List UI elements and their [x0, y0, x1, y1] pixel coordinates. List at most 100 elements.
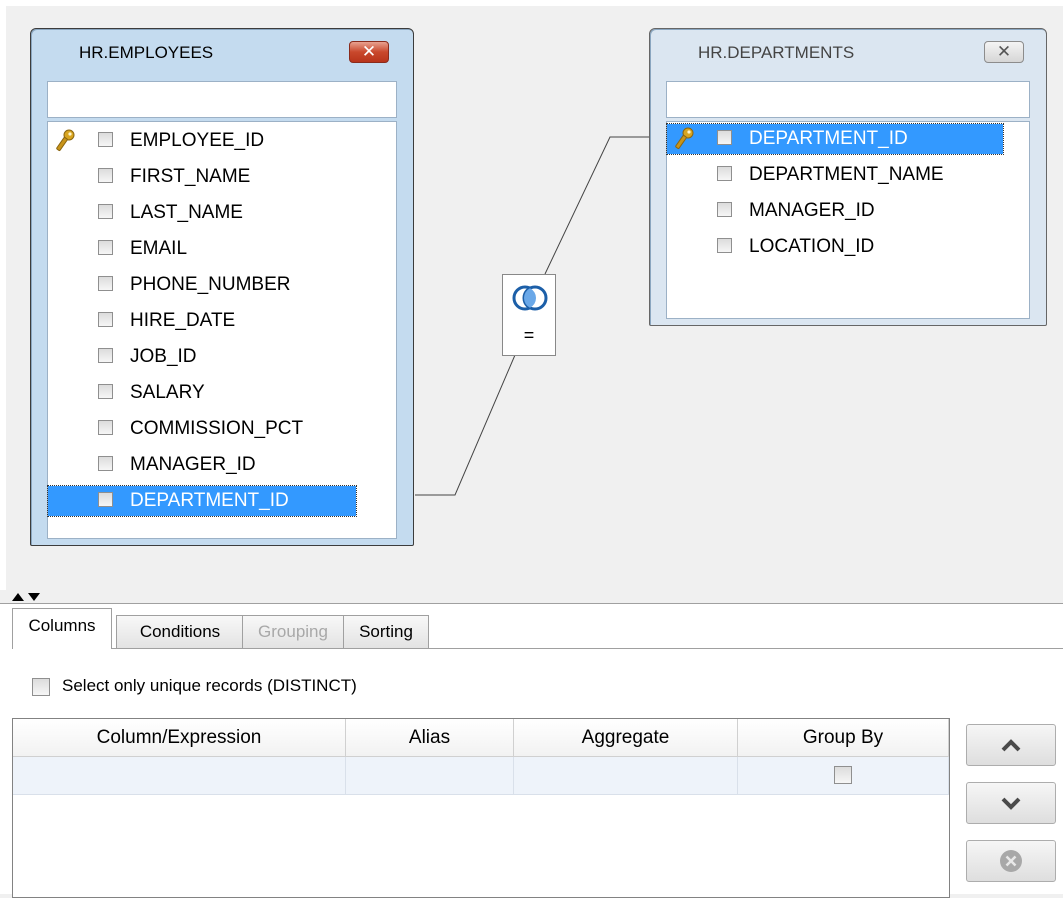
field-item[interactable]: EMAIL: [48, 234, 356, 264]
query-properties-panel: Columns Conditions Grouping Sorting Sele…: [0, 604, 1063, 898]
column-header-group-by[interactable]: Group By: [738, 719, 949, 757]
field-item[interactable]: DEPARTMENT_ID: [47, 485, 357, 517]
field-item[interactable]: MANAGER_ID: [667, 196, 1003, 226]
tab-grouping: Grouping: [242, 615, 344, 648]
column-header-aggregate[interactable]: Aggregate: [514, 719, 738, 757]
table-title-bar[interactable]: HR.EMPLOYEES ✕: [31, 29, 413, 75]
field-name: SALARY: [130, 382, 205, 403]
field-name: MANAGER_ID: [130, 454, 256, 475]
field-item[interactable]: MANAGER_ID: [48, 450, 356, 480]
header-label: Alias: [408, 726, 451, 748]
distinct-label[interactable]: Select only unique records (DISTINCT): [62, 676, 357, 696]
columns-grid[interactable]: Column/Expression Alias Aggregate Group …: [12, 718, 950, 898]
remove-icon: [1000, 850, 1022, 872]
tab-sorting[interactable]: Sorting: [343, 615, 429, 648]
splitter-arrows-icon[interactable]: [10, 591, 46, 603]
header-label: Aggregate: [581, 726, 670, 748]
tab-label: Columns: [28, 616, 96, 635]
tab-bar: Columns Conditions Grouping Sorting: [12, 608, 1063, 649]
field-item[interactable]: COMMISSION_PCT: [48, 414, 356, 444]
field-item[interactable]: FIRST_NAME: [48, 162, 356, 192]
field-list[interactable]: DEPARTMENT_ID DEPARTMENT_NAME MANAGER_ID LO…: [666, 121, 1030, 319]
field-name: JOB_ID: [130, 346, 197, 367]
distinct-checkbox[interactable]: [32, 678, 50, 696]
field-name: DEPARTMENT_ID: [749, 128, 908, 149]
close-icon: ✕: [361, 42, 377, 61]
field-checkbox[interactable]: [98, 276, 113, 291]
inner-join-icon: [512, 285, 548, 311]
primary-key-icon: [675, 127, 694, 149]
field-name: EMAIL: [130, 238, 188, 259]
field-checkbox[interactable]: [98, 420, 113, 435]
field-checkbox[interactable]: [98, 348, 113, 363]
field-checkbox[interactable]: [98, 240, 113, 255]
field-filter-input[interactable]: [666, 81, 1030, 118]
field-name: DEPARTMENT_ID: [130, 490, 289, 511]
table-row[interactable]: [13, 757, 949, 795]
field-checkbox[interactable]: [717, 238, 732, 253]
tab-label: Conditions: [139, 622, 221, 641]
close-table-button[interactable]: ✕: [984, 41, 1024, 63]
remove-button[interactable]: [966, 840, 1056, 882]
employees-table-window[interactable]: HR.EMPLOYEES ✕ EMPLOYEE_ID FIRST_NAME LAST…: [30, 28, 414, 546]
field-name: PHONE_NUMBER: [130, 274, 291, 295]
field-item[interactable]: DEPARTMENT_ID: [666, 123, 1004, 155]
field-name: HIRE_DATE: [130, 310, 236, 331]
field-filter-input[interactable]: [47, 81, 397, 118]
field-checkbox[interactable]: [98, 132, 113, 147]
field-name: EMPLOYEE_ID: [130, 130, 265, 151]
panel-splitter[interactable]: [0, 590, 1063, 604]
field-name: MANAGER_ID: [749, 200, 875, 221]
field-checkbox[interactable]: [717, 202, 732, 217]
field-item[interactable]: PHONE_NUMBER: [48, 270, 356, 300]
cell-expression[interactable]: [13, 757, 346, 794]
move-down-icon: [1001, 797, 1021, 810]
header-label: Group By: [802, 726, 884, 748]
field-name: DEPARTMENT_NAME: [749, 164, 944, 185]
tab-columns[interactable]: Columns: [12, 608, 112, 649]
group-by-checkbox[interactable]: [834, 766, 852, 784]
table-title-bar[interactable]: HR.DEPARTMENTS ✕: [650, 29, 1046, 75]
cell-group-by[interactable]: [738, 757, 949, 794]
column-header-alias[interactable]: Alias: [346, 719, 514, 757]
field-item[interactable]: JOB_ID: [48, 342, 356, 372]
cell-aggregate[interactable]: [514, 757, 738, 794]
close-icon: ✕: [996, 42, 1012, 61]
field-checkbox[interactable]: [98, 312, 113, 327]
field-item[interactable]: DEPARTMENT_NAME: [667, 160, 1003, 190]
field-item[interactable]: LAST_NAME: [48, 198, 356, 228]
grid-header: Column/Expression Alias Aggregate Group …: [13, 719, 949, 757]
tab-conditions[interactable]: Conditions: [116, 615, 244, 648]
header-label: Column/Expression: [96, 726, 262, 748]
primary-key-icon: [56, 129, 75, 151]
field-checkbox[interactable]: [717, 130, 732, 145]
field-list[interactable]: EMPLOYEE_ID FIRST_NAME LAST_NAME EMAIL PHONE…: [47, 121, 397, 539]
join-node[interactable]: =: [502, 274, 556, 356]
departments-table-window[interactable]: HR.DEPARTMENTS ✕ DEPARTMENT_ID DEPARTMENT…: [649, 28, 1047, 326]
field-name: FIRST_NAME: [130, 166, 251, 187]
field-checkbox[interactable]: [98, 456, 113, 471]
close-table-button[interactable]: ✕: [349, 41, 389, 63]
field-item[interactable]: EMPLOYEE_ID: [48, 126, 356, 156]
join-operator: =: [523, 325, 535, 345]
table-title: HR.EMPLOYEES: [79, 43, 214, 62]
field-checkbox[interactable]: [717, 166, 732, 181]
tab-label: Sorting: [359, 622, 413, 641]
move-up-button[interactable]: [966, 724, 1056, 766]
cell-alias[interactable]: [346, 757, 514, 794]
field-checkbox[interactable]: [98, 168, 113, 183]
field-checkbox[interactable]: [98, 492, 113, 507]
tab-divider: [12, 648, 1063, 649]
move-down-button[interactable]: [966, 782, 1056, 824]
table-title: HR.DEPARTMENTS: [698, 43, 855, 62]
field-name: COMMISSION_PCT: [130, 418, 304, 439]
field-checkbox[interactable]: [98, 384, 113, 399]
move-up-icon: [1001, 739, 1021, 752]
field-item[interactable]: LOCATION_ID: [667, 232, 1003, 262]
field-checkbox[interactable]: [98, 204, 113, 219]
column-header-expression[interactable]: Column/Expression: [13, 719, 346, 757]
field-item[interactable]: SALARY: [48, 378, 356, 408]
field-item[interactable]: HIRE_DATE: [48, 306, 356, 336]
field-name: LAST_NAME: [130, 202, 243, 223]
tab-label: Grouping: [258, 622, 328, 641]
